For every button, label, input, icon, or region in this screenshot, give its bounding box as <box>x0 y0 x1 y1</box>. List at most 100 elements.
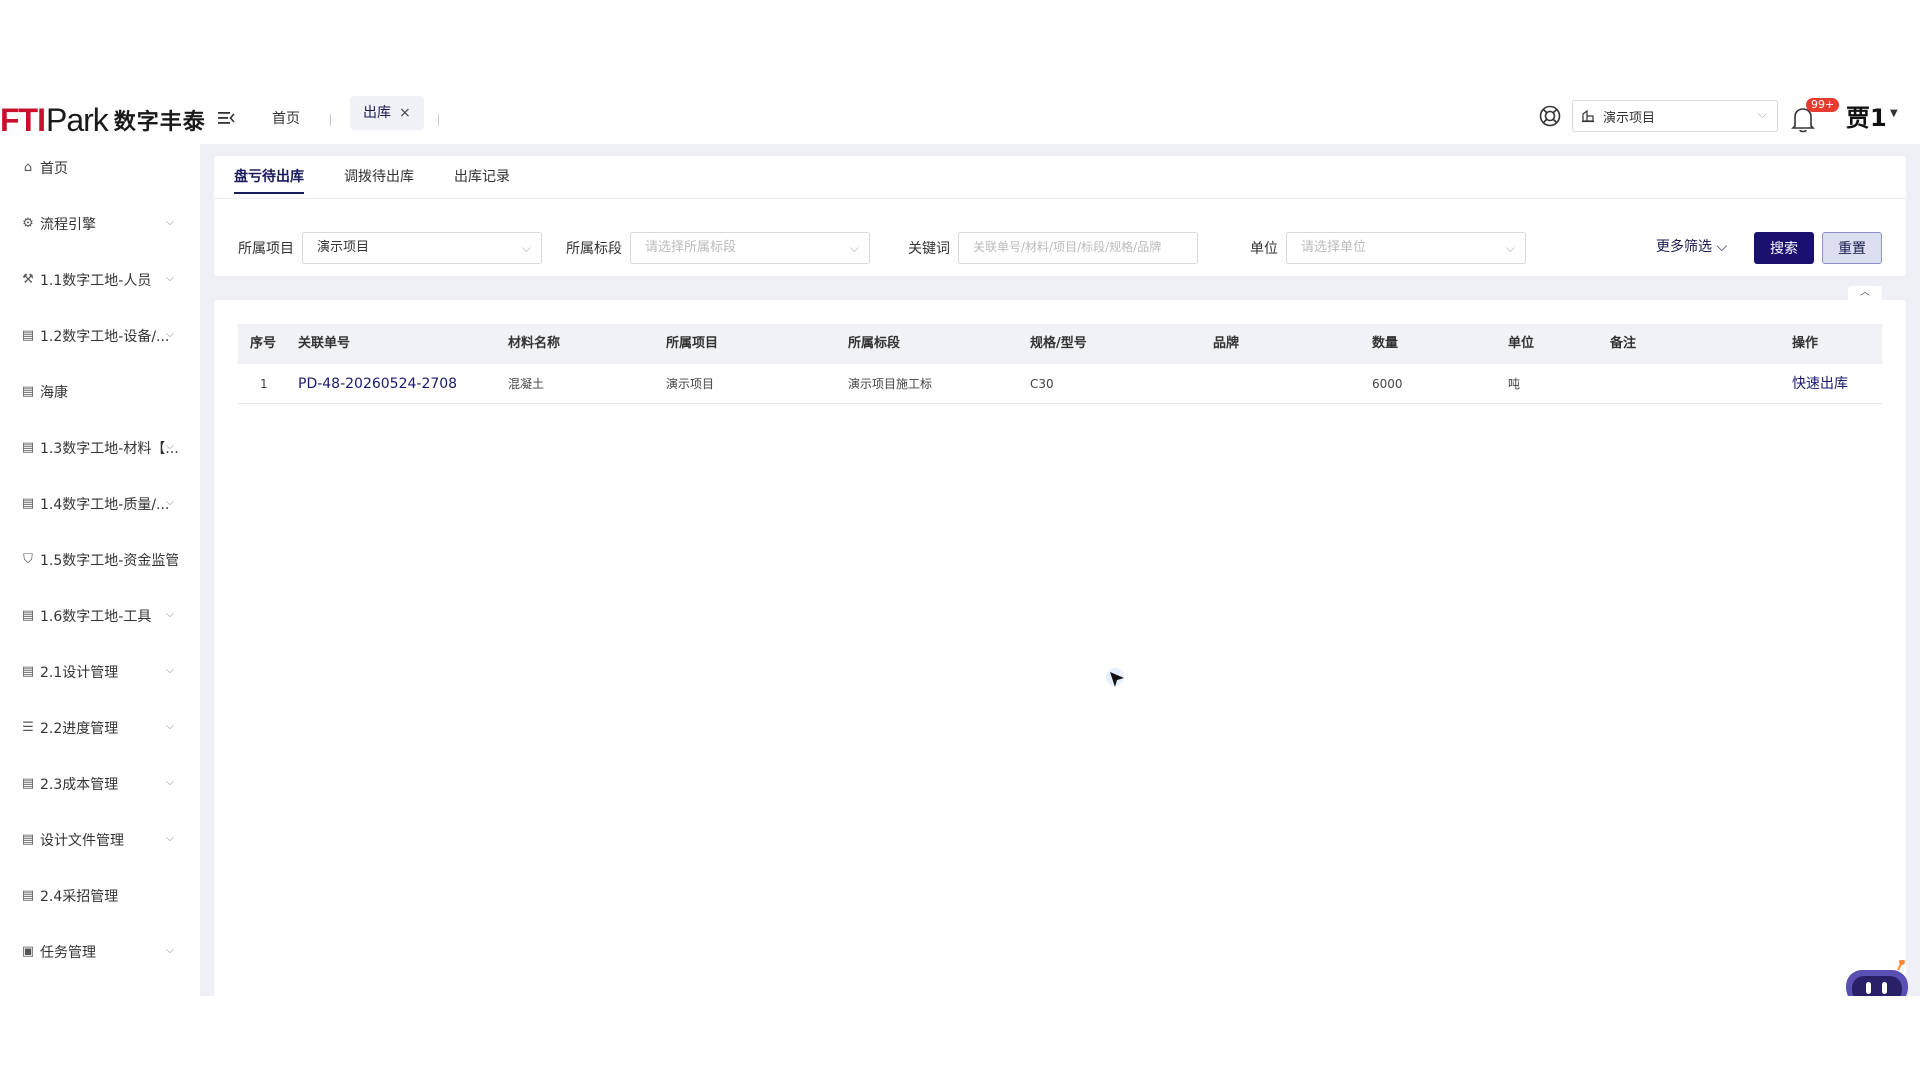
sidebar-item-home[interactable]: ⌂ 首页 <box>0 148 200 188</box>
keyword-field[interactable] <box>958 232 1198 264</box>
document-icon: ▤ <box>21 664 35 679</box>
tab-outbound-records[interactable]: 出库记录 <box>454 156 510 198</box>
chevron-down-icon: ⌵ <box>166 721 174 732</box>
chevron-down-icon: ⌵ <box>166 833 174 844</box>
unit-filter-select[interactable]: 请选择单位 ⌵ <box>1286 232 1526 264</box>
more-filter-button[interactable]: 更多筛选 ⌵ <box>1656 236 1727 256</box>
people-icon: ⚒ <box>22 272 34 287</box>
collapse-filter-button[interactable]: ︿ <box>1848 286 1882 300</box>
sidebar-item-label: 2.3成本管理 <box>40 777 119 793</box>
document-icon: ▤ <box>21 608 35 623</box>
sidebar-item-label: 设计文件管理 <box>40 833 124 849</box>
menu-toggle-icon[interactable] <box>216 108 236 128</box>
sidebar-item-site-equipment[interactable]: ▤ 1.2数字工地-设备/... ⌵ <box>0 316 200 356</box>
chevron-down-icon: ⌵ <box>166 609 174 620</box>
sidebar-item-progress[interactable]: ☰ 2.2进度管理 ⌵ <box>0 708 200 748</box>
column-header-unit: 单位 <box>1508 336 1535 351</box>
sidebar-item-flow-engine[interactable]: ⚙ 流程引擎 ⌵ <box>0 204 200 244</box>
more-filter-label: 更多筛选 <box>1656 239 1712 255</box>
chevron-down-icon: ⌵ <box>166 217 174 228</box>
sidebar-item-label: 2.1设计管理 <box>40 665 119 681</box>
app-window: FTI Park 数字丰泰 首页 出库 × 演示项目 ⌵ 99+ 贾1 ▼ ⌂ … <box>0 96 1920 1000</box>
table-row: 1 PD-48-20260524-2708 混凝土 演示项目 演示项目施工标 C… <box>238 364 1882 404</box>
sidebar-item-design-files[interactable]: ▤ 设计文件管理 ⌵ <box>0 820 200 860</box>
document-icon: ▤ <box>21 384 35 399</box>
project-filter-select[interactable]: 演示项目 ⌵ <box>302 232 542 264</box>
reset-button[interactable]: 重置 <box>1822 232 1882 264</box>
sidebar-item-label: 1.2数字工地-设备/... <box>40 329 170 345</box>
notification-badge: 99+ <box>1806 98 1840 112</box>
sidebar-item-label: 海康 <box>40 385 68 401</box>
shield-icon: ⛉ <box>23 552 33 567</box>
keyword-input[interactable] <box>973 233 1197 261</box>
sidebar-item-label: 流程引擎 <box>40 217 96 233</box>
document-icon: ▤ <box>21 496 35 511</box>
unit-filter-placeholder: 请选择单位 <box>1301 240 1367 255</box>
document-icon: ▤ <box>21 832 35 847</box>
sidebar-item-site-quality[interactable]: ▤ 1.4数字工地-质量/... ⌵ <box>0 484 200 524</box>
keyword-filter-label: 关键词 <box>908 241 950 257</box>
sidebar-item-tasks[interactable]: ▣ 任务管理 ⌵ <box>0 932 200 972</box>
logo: FTI Park 数字丰泰 <box>0 102 206 138</box>
caret-down-icon[interactable]: ▼ <box>1890 108 1898 119</box>
sidebar: ⌂ 首页 ⚙ 流程引擎 ⌵ ⚒ 1.1数字工地-人员 ⌵ ▤ 1.2数字工地-设… <box>0 144 200 996</box>
cell-quantity: 6000 <box>1372 377 1403 391</box>
chevron-down-icon: ⌵ <box>166 777 174 788</box>
project-filter-value: 演示项目 <box>317 240 370 255</box>
chevron-down-icon: ⌵ <box>166 497 174 508</box>
tab-separator <box>438 114 439 126</box>
sidebar-item-site-people[interactable]: ⚒ 1.1数字工地-人员 ⌵ <box>0 260 200 300</box>
document-icon: ▤ <box>21 328 35 343</box>
project-select-value: 演示项目 <box>1603 110 1656 126</box>
sidebar-item-cost[interactable]: ▤ 2.3成本管理 ⌵ <box>0 764 200 804</box>
help-icon[interactable] <box>1538 104 1562 128</box>
search-button[interactable]: 搜索 <box>1754 232 1814 264</box>
tab-transfer-pending[interactable]: 调拨待出库 <box>344 156 414 198</box>
project-select[interactable]: 演示项目 ⌵ <box>1572 100 1778 132</box>
close-icon[interactable]: × <box>399 96 411 130</box>
document-icon: ▤ <box>21 776 35 791</box>
sidebar-item-label: 1.4数字工地-质量/... <box>40 497 170 513</box>
tabs-divider <box>214 198 1906 199</box>
chevron-down-icon: ⌵ <box>1716 239 1728 255</box>
top-header: FTI Park 数字丰泰 首页 出库 × 演示项目 ⌵ 99+ 贾1 ▼ <box>0 96 1920 144</box>
logo-park: Park <box>45 101 109 138</box>
column-header-brand: 品牌 <box>1213 336 1240 351</box>
column-header-project: 所属项目 <box>666 336 719 351</box>
sidebar-item-site-funds[interactable]: ⛉ 1.5数字工地-资金监管 <box>0 540 200 580</box>
column-header-order-no: 关联单号 <box>298 336 351 351</box>
section-filter-select[interactable]: 请选择所属标段 ⌵ <box>630 232 870 264</box>
assistant-robot-icon[interactable] <box>1840 960 1910 996</box>
user-avatar-name[interactable]: 贾1 <box>1846 98 1887 133</box>
column-header-action: 操作 <box>1792 336 1819 351</box>
column-header-material: 材料名称 <box>508 336 561 351</box>
tab-outbound[interactable]: 出库 × <box>350 96 424 130</box>
sidebar-item-site-materials[interactable]: ▤ 1.3数字工地-材料【... ⌵ <box>0 428 200 468</box>
sidebar-item-label: 2.2进度管理 <box>40 721 119 737</box>
quick-outbound-button[interactable]: 快速出库 <box>1792 364 1848 404</box>
logo-mark: FTI <box>0 101 46 138</box>
tab-inventory-loss-pending[interactable]: 盘亏待出库 <box>234 156 304 198</box>
chevron-down-icon: ⌵ <box>166 665 174 676</box>
cell-material: 混凝土 <box>508 377 545 391</box>
filter-card: 盘亏待出库 调拨待出库 出库记录 所属项目 演示项目 ⌵ 所属标段 请选择所属标… <box>214 156 1906 276</box>
column-header-index: 序号 <box>250 336 277 351</box>
gantt-icon: ☰ <box>22 720 34 735</box>
column-header-spec: 规格/型号 <box>1030 336 1087 351</box>
section-filter-placeholder: 请选择所属标段 <box>645 240 737 255</box>
sidebar-item-hikvision[interactable]: ▤ 海康 <box>0 372 200 412</box>
document-icon: ▤ <box>21 888 35 903</box>
cell-order-no-link[interactable]: PD-48-20260524-2708 <box>298 364 457 404</box>
table-card: 序号 关联单号 材料名称 所属项目 所属标段 规格/型号 品牌 数量 单位 备注… <box>214 300 1906 1000</box>
chevron-down-icon: ⌵ <box>166 273 174 284</box>
briefcase-icon: ▣ <box>21 944 35 959</box>
sidebar-item-procurement[interactable]: ▤ 2.4采招管理 <box>0 876 200 916</box>
cell-unit: 吨 <box>1508 377 1521 391</box>
sidebar-item-site-tools[interactable]: ▤ 1.6数字工地-工具 ⌵ <box>0 596 200 636</box>
tab-home[interactable]: 首页 <box>272 106 300 132</box>
document-icon: ▤ <box>21 440 35 455</box>
column-header-section: 所属标段 <box>848 336 901 351</box>
unit-filter-label: 单位 <box>1250 241 1278 257</box>
sidebar-item-label: 1.3数字工地-材料【... <box>40 441 178 457</box>
sidebar-item-design[interactable]: ▤ 2.1设计管理 ⌵ <box>0 652 200 692</box>
